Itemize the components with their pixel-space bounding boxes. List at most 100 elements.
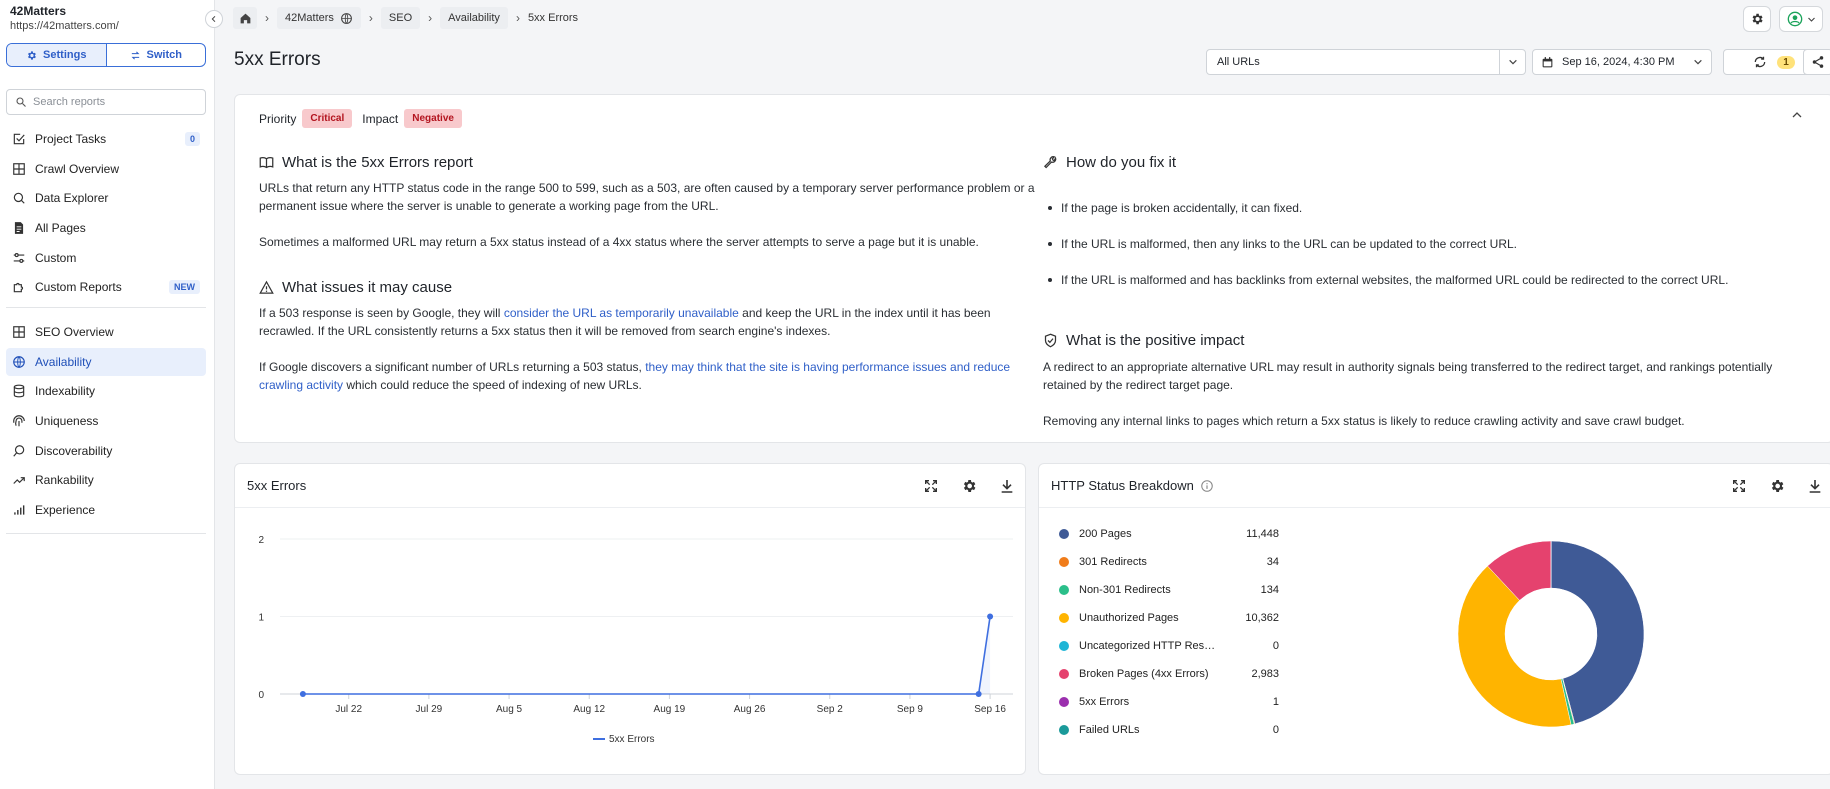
chevron-right-icon: ›	[515, 11, 520, 25]
legend-label: Uncategorized HTTP Response Codes	[1079, 640, 1219, 652]
breadcrumb-home[interactable]	[233, 7, 257, 29]
share-button[interactable]	[1803, 49, 1830, 75]
download-icon[interactable]	[999, 478, 1015, 494]
x-tick-label: Aug 5	[496, 704, 523, 715]
x-tick-label: Jul 29	[416, 704, 443, 715]
card-header: HTTP Status Breakdown	[1039, 464, 1830, 508]
switch-button[interactable]: Switch	[105, 44, 206, 66]
x-tick-label: Jul 22	[335, 704, 362, 715]
collapse-sidebar-button[interactable]	[205, 10, 223, 28]
impact-badge: Negative	[404, 109, 462, 128]
series-area	[302, 616, 991, 694]
nav-crawl-overview[interactable]: Crawl Overview	[6, 155, 206, 183]
fix-item: If the page is broken accidentally, it c…	[1043, 199, 1823, 235]
positive-impact-text-2: Removing any internal links to pages whi…	[1043, 414, 1685, 428]
gear-icon[interactable]	[961, 478, 977, 494]
temporarily-unavailable-link[interactable]: consider the URL as temporarily unavaila…	[504, 306, 739, 320]
nav-discoverability[interactable]: Discoverability	[6, 437, 206, 465]
legend-item[interactable]: Non-301 Redirects 134	[1059, 584, 1279, 596]
fingerprint-icon	[13, 415, 25, 427]
nav-availability[interactable]: Availability	[6, 347, 206, 376]
nav-label: Discoverability	[35, 443, 113, 458]
legend-label: 5xx Errors	[609, 734, 655, 745]
nav-seo-overview[interactable]: SEO Overview	[6, 318, 206, 346]
avatar-icon	[1787, 11, 1802, 27]
legend-count: 11,448	[1246, 528, 1279, 540]
collapse-info-button[interactable]	[1791, 109, 1803, 124]
positive-impact-title: What is the positive impact	[1066, 332, 1245, 349]
issues-text-1: If a 503 response is seen by Google, the…	[259, 304, 1044, 340]
chevron-down-icon	[1499, 50, 1525, 74]
breadcrumb-category[interactable]: Availability	[440, 7, 508, 29]
user-menu-button[interactable]	[1779, 6, 1823, 32]
nav-uniqueness[interactable]: Uniqueness	[6, 407, 206, 435]
nav-label: Indexability	[35, 384, 96, 399]
chevron-up-icon	[1792, 112, 1802, 118]
legend-item[interactable]: 5xx Errors 1	[1059, 696, 1279, 708]
checkbox-icon	[13, 133, 25, 145]
what-is-heading: What is the 5xx Errors report	[259, 154, 473, 171]
legend-dot	[1059, 725, 1069, 735]
download-icon[interactable]	[1807, 478, 1823, 494]
settings-switch-toggle: Settings Switch	[6, 43, 206, 67]
legend-dot	[1059, 697, 1069, 707]
search-reports-input[interactable]	[33, 96, 203, 108]
legend-dot	[1059, 613, 1069, 623]
nav-label: SEO Overview	[35, 325, 114, 339]
grid-icon	[13, 326, 25, 338]
tasks-count-badge: 0	[184, 132, 200, 146]
x-tick-label: Sep 16	[974, 704, 1006, 715]
breadcrumb-section[interactable]: SEO	[380, 7, 421, 29]
legend-item[interactable]: Uncategorized HTTP Response Codes 0	[1059, 640, 1279, 652]
priority-badge: Critical	[302, 109, 353, 128]
nav-group-project: Project Tasks 0 Crawl Overview Data Expl…	[6, 125, 206, 303]
legend-item[interactable]: Unauthorized Pages 10,362	[1059, 612, 1279, 624]
crawl-date-select[interactable]: Sep 16, 2024, 4:30 PM	[1532, 49, 1712, 75]
share-icon	[1812, 56, 1824, 68]
refresh-count-badge: 1	[1777, 55, 1795, 69]
nav-label: Custom Reports	[35, 280, 122, 295]
gear-icon	[1752, 13, 1763, 25]
nav-custom-reports[interactable]: Custom Reports NEW	[6, 273, 206, 301]
settings-button[interactable]: Settings	[7, 44, 106, 66]
gear-icon	[28, 50, 36, 60]
errors-trend-card: 5xx Errors 0 1 2 Jul 22 Jul 29 Aug 5 Aug 12 Aug…	[234, 463, 1026, 775]
globe-icon	[13, 355, 25, 368]
breadcrumb-project[interactable]: 42Matters	[277, 7, 361, 29]
nav-divider	[6, 307, 206, 308]
report-info-panel: Priority Critical Impact Negative What i…	[234, 94, 1830, 443]
fix-title: How do you fix it	[1066, 154, 1177, 171]
legend-label: Failed URLs	[1079, 724, 1140, 736]
legend-dot	[1059, 585, 1069, 595]
card-header: 5xx Errors	[235, 464, 1025, 508]
nav-indexability[interactable]: Indexability	[6, 377, 206, 405]
nav-project-tasks[interactable]: Project Tasks 0	[6, 125, 206, 153]
gear-icon[interactable]	[1769, 478, 1785, 494]
url-filter-select[interactable]: All URLs	[1206, 49, 1526, 75]
nav-data-explorer[interactable]: Data Explorer	[6, 184, 206, 212]
global-settings-button[interactable]	[1743, 6, 1771, 32]
x-tick-label: Aug 19	[654, 704, 686, 715]
legend-count: 0	[1272, 724, 1279, 736]
expand-icon[interactable]	[1731, 478, 1747, 494]
nav-all-pages[interactable]: All Pages	[6, 214, 206, 242]
legend-item[interactable]: Broken Pages (4xx Errors) 2,983	[1059, 668, 1279, 680]
nav-rankability[interactable]: Rankability	[6, 466, 206, 494]
y-tick-label: 1	[258, 613, 264, 624]
data-point	[299, 691, 306, 697]
legend-dot	[1059, 557, 1069, 567]
what-is-text-2: Sometimes a malformed URL may return a 5…	[259, 235, 979, 249]
legend-item[interactable]: Failed URLs 0	[1059, 724, 1279, 736]
legend-item[interactable]: 200 Pages 11,448	[1059, 528, 1279, 540]
info-icon[interactable]	[1200, 479, 1214, 493]
nav-label: All Pages	[35, 221, 86, 236]
legend-label: 5xx Errors	[1079, 696, 1130, 708]
legend-item[interactable]: 301 Redirects 34	[1059, 556, 1279, 568]
nav-experience[interactable]: Experience	[6, 496, 206, 524]
legend-count: 0	[1272, 640, 1279, 652]
what-is-text-1: URLs that return any HTTP status code in…	[259, 181, 1035, 213]
nav-custom[interactable]: Custom	[6, 244, 206, 272]
fix-heading: How do you fix it	[1043, 154, 1176, 171]
project-name: 42Matters	[10, 4, 67, 18]
expand-icon[interactable]	[923, 478, 939, 494]
